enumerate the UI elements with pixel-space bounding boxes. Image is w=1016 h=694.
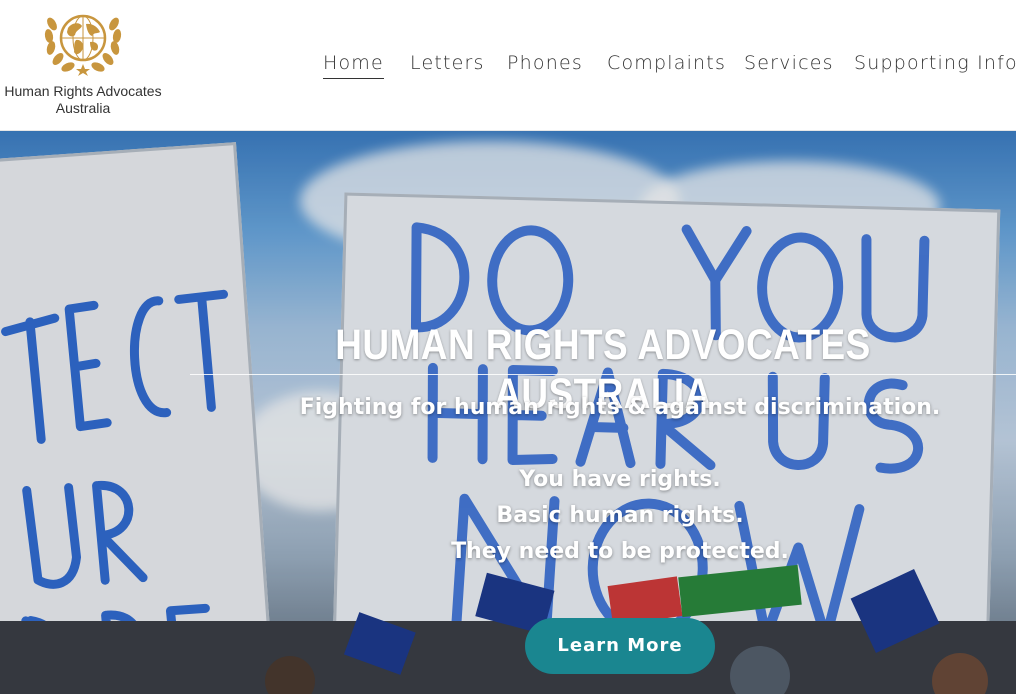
hero-section: HUMAN RIGHTS ADVOCATES AUSTRALIA Fightin…: [0, 131, 1016, 694]
hero-subtitle: Fighting for human rights & against disc…: [299, 395, 941, 420]
logo-line-2: Australia: [55, 100, 111, 116]
logo-line-1: Human Rights Advocates: [4, 83, 162, 99]
nav-letters[interactable]: Letters: [410, 52, 485, 74]
hero-line-3: They need to be protected.: [451, 539, 789, 564]
site-header: Human Rights Advocates Australia Home Le…: [0, 0, 1016, 131]
main-nav: Home Letters Phones Complaints Services …: [0, 52, 1016, 82]
learn-more-button[interactable]: Learn More: [525, 618, 715, 674]
nav-home[interactable]: Home: [323, 52, 384, 79]
hero-line-2: Basic human rights.: [496, 503, 744, 528]
nav-phones[interactable]: Phones: [507, 52, 583, 74]
hero-divider: [190, 374, 1016, 375]
logo-text: Human Rights Advocates Australia: [0, 83, 166, 117]
nav-services[interactable]: Services: [744, 52, 834, 74]
nav-supporting-info[interactable]: Supporting Info: [854, 52, 1016, 74]
hero-line-1: You have rights.: [519, 467, 721, 492]
nav-complaints[interactable]: Complaints: [607, 52, 726, 74]
